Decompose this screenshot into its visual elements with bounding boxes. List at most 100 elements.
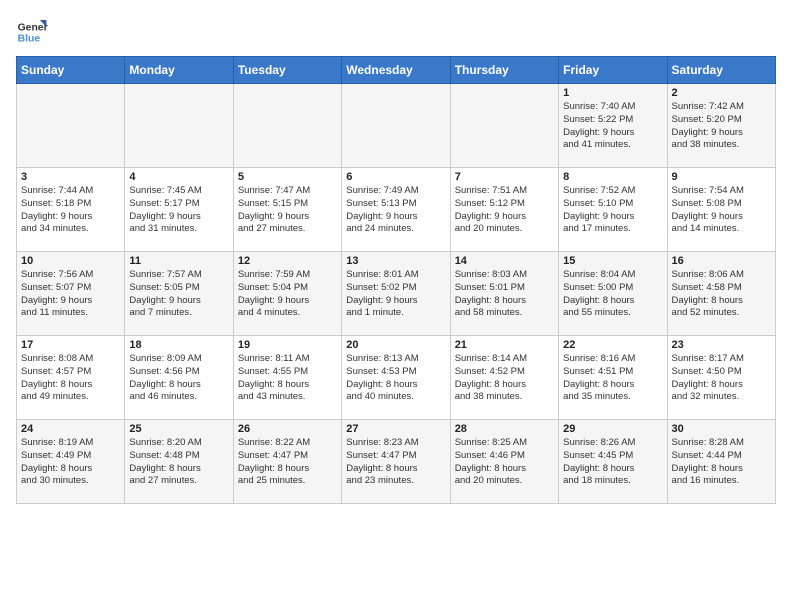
day-info: Sunrise: 7:57 AM Sunset: 5:05 PM Dayligh… bbox=[129, 269, 228, 320]
calendar-table: SundayMondayTuesdayWednesdayThursdayFrid… bbox=[16, 56, 776, 504]
day-number: 17 bbox=[21, 339, 120, 351]
calendar-cell: 24Sunrise: 8:19 AM Sunset: 4:49 PM Dayli… bbox=[17, 420, 125, 504]
weekday-header-saturday: Saturday bbox=[667, 57, 775, 84]
day-number: 6 bbox=[346, 171, 445, 183]
calendar-week-3: 17 Sunrise: 8:08 AM Sunset: 4:57 PM Dayli… bbox=[17, 336, 776, 420]
day-number: 14 bbox=[455, 255, 554, 267]
calendar-cell bbox=[450, 84, 558, 168]
calendar-body: 1 Sunrise: 7:40 AM Sunset: 5:22 PM Daylig… bbox=[17, 84, 776, 504]
calendar-cell: 25 Sunrise: 8:20 AM Sunset: 4:48 PM Dayli… bbox=[125, 420, 233, 504]
day-info: Sunrise: 8:11 AM Sunset: 4:55 PM Dayligh… bbox=[238, 353, 337, 404]
calendar-cell: 12Sunrise: 7:59 AM Sunset: 5:04 PM Dayli… bbox=[233, 252, 341, 336]
day-number: 20 bbox=[346, 339, 445, 351]
calendar-cell: 23 Sunrise: 8:17 AM Sunset: 4:50 PM Dayli… bbox=[667, 336, 775, 420]
day-info: Sunrise: 7:45 AM Sunset: 5:17 PM Dayligh… bbox=[129, 185, 228, 236]
calendar-cell: 30 Sunrise: 8:28 AM Sunset: 4:44 PM Dayli… bbox=[667, 420, 775, 504]
calendar-cell: 27 Sunrise: 8:23 AM Sunset: 4:47 PM Dayli… bbox=[342, 420, 450, 504]
day-number: 30 bbox=[672, 423, 771, 435]
day-number: 29 bbox=[563, 423, 662, 435]
day-info: Sunrise: 7:52 AM Sunset: 5:10 PM Dayligh… bbox=[563, 185, 662, 236]
day-info: Sunrise: 8:09 AM Sunset: 4:56 PM Dayligh… bbox=[129, 353, 228, 404]
day-number: 3 bbox=[21, 171, 120, 183]
day-info: Sunrise: 7:51 AM Sunset: 5:12 PM Dayligh… bbox=[455, 185, 554, 236]
weekday-header-friday: Friday bbox=[559, 57, 667, 84]
calendar-cell: 11 Sunrise: 7:57 AM Sunset: 5:05 PM Dayli… bbox=[125, 252, 233, 336]
calendar-cell: 14 Sunrise: 8:03 AM Sunset: 5:01 PM Dayli… bbox=[450, 252, 558, 336]
calendar-cell: 29 Sunrise: 8:26 AM Sunset: 4:45 PM Dayli… bbox=[559, 420, 667, 504]
day-info: Sunrise: 8:17 AM Sunset: 4:50 PM Dayligh… bbox=[672, 353, 771, 404]
day-info: Sunrise: 8:23 AM Sunset: 4:47 PM Dayligh… bbox=[346, 437, 445, 488]
day-info: Sunrise: 8:25 AM Sunset: 4:46 PM Dayligh… bbox=[455, 437, 554, 488]
day-info: Sunrise: 7:47 AM Sunset: 5:15 PM Dayligh… bbox=[238, 185, 337, 236]
calendar-header: SundayMondayTuesdayWednesdayThursdayFrid… bbox=[17, 57, 776, 84]
day-number: 21 bbox=[455, 339, 554, 351]
day-number: 2 bbox=[672, 87, 771, 99]
day-number: 9 bbox=[672, 171, 771, 183]
day-info: Sunrise: 8:08 AM Sunset: 4:57 PM Dayligh… bbox=[21, 353, 120, 404]
day-number: 22 bbox=[563, 339, 662, 351]
day-info: Sunrise: 8:01 AM Sunset: 5:02 PM Dayligh… bbox=[346, 269, 445, 320]
day-info: Sunrise: 7:56 AM Sunset: 5:07 PM Dayligh… bbox=[21, 269, 120, 320]
day-info: Sunrise: 8:14 AM Sunset: 4:52 PM Dayligh… bbox=[455, 353, 554, 404]
day-number: 11 bbox=[129, 255, 228, 267]
day-info: Sunrise: 8:28 AM Sunset: 4:44 PM Dayligh… bbox=[672, 437, 771, 488]
day-info: Sunrise: 7:42 AM Sunset: 5:20 PM Dayligh… bbox=[672, 101, 771, 152]
day-info: Sunrise: 7:40 AM Sunset: 5:22 PM Dayligh… bbox=[563, 101, 662, 152]
day-number: 8 bbox=[563, 171, 662, 183]
weekday-header-sunday: Sunday bbox=[17, 57, 125, 84]
day-number: 28 bbox=[455, 423, 554, 435]
weekday-row: SundayMondayTuesdayWednesdayThursdayFrid… bbox=[17, 57, 776, 84]
day-info: Sunrise: 8:26 AM Sunset: 4:45 PM Dayligh… bbox=[563, 437, 662, 488]
calendar-cell bbox=[125, 84, 233, 168]
logo: General Blue bbox=[16, 16, 44, 48]
day-info: Sunrise: 8:06 AM Sunset: 4:58 PM Dayligh… bbox=[672, 269, 771, 320]
calendar-cell: 6 Sunrise: 7:49 AM Sunset: 5:13 PM Daylig… bbox=[342, 168, 450, 252]
svg-text:General: General bbox=[18, 22, 48, 33]
day-number: 13 bbox=[346, 255, 445, 267]
calendar-cell: 16 Sunrise: 8:06 AM Sunset: 4:58 PM Dayli… bbox=[667, 252, 775, 336]
day-number: 1 bbox=[563, 87, 662, 99]
day-number: 26 bbox=[238, 423, 337, 435]
calendar-week-0: 1 Sunrise: 7:40 AM Sunset: 5:22 PM Daylig… bbox=[17, 84, 776, 168]
day-info: Sunrise: 8:20 AM Sunset: 4:48 PM Dayligh… bbox=[129, 437, 228, 488]
calendar-cell bbox=[342, 84, 450, 168]
day-number: 18 bbox=[129, 339, 228, 351]
calendar-cell: 5 Sunrise: 7:47 AM Sunset: 5:15 PM Daylig… bbox=[233, 168, 341, 252]
calendar-cell: 21 Sunrise: 8:14 AM Sunset: 4:52 PM Dayli… bbox=[450, 336, 558, 420]
calendar-cell: 22Sunrise: 8:16 AM Sunset: 4:51 PM Dayli… bbox=[559, 336, 667, 420]
logo-icon: General Blue bbox=[16, 16, 48, 48]
day-info: Sunrise: 7:49 AM Sunset: 5:13 PM Dayligh… bbox=[346, 185, 445, 236]
calendar-cell: 8 Sunrise: 7:52 AM Sunset: 5:10 PM Daylig… bbox=[559, 168, 667, 252]
calendar-cell: 18 Sunrise: 8:09 AM Sunset: 4:56 PM Dayli… bbox=[125, 336, 233, 420]
weekday-header-tuesday: Tuesday bbox=[233, 57, 341, 84]
calendar-cell: 4 Sunrise: 7:45 AM Sunset: 5:17 PM Daylig… bbox=[125, 168, 233, 252]
calendar-cell: 10Sunrise: 7:56 AM Sunset: 5:07 PM Dayli… bbox=[17, 252, 125, 336]
day-info: Sunrise: 8:13 AM Sunset: 4:53 PM Dayligh… bbox=[346, 353, 445, 404]
day-number: 15 bbox=[563, 255, 662, 267]
day-info: Sunrise: 8:04 AM Sunset: 5:00 PM Dayligh… bbox=[563, 269, 662, 320]
day-info: Sunrise: 7:44 AM Sunset: 5:18 PM Dayligh… bbox=[21, 185, 120, 236]
day-info: Sunrise: 7:59 AM Sunset: 5:04 PM Dayligh… bbox=[238, 269, 337, 320]
calendar-cell: 3 Sunrise: 7:44 AM Sunset: 5:18 PM Daylig… bbox=[17, 168, 125, 252]
calendar-week-1: 3 Sunrise: 7:44 AM Sunset: 5:18 PM Daylig… bbox=[17, 168, 776, 252]
day-number: 4 bbox=[129, 171, 228, 183]
calendar-week-2: 10Sunrise: 7:56 AM Sunset: 5:07 PM Dayli… bbox=[17, 252, 776, 336]
day-number: 27 bbox=[346, 423, 445, 435]
day-number: 25 bbox=[129, 423, 228, 435]
day-info: Sunrise: 7:54 AM Sunset: 5:08 PM Dayligh… bbox=[672, 185, 771, 236]
day-info: Sunrise: 8:22 AM Sunset: 4:47 PM Dayligh… bbox=[238, 437, 337, 488]
weekday-header-thursday: Thursday bbox=[450, 57, 558, 84]
calendar-cell: 15 Sunrise: 8:04 AM Sunset: 5:00 PM Dayli… bbox=[559, 252, 667, 336]
day-number: 23 bbox=[672, 339, 771, 351]
day-info: Sunrise: 8:03 AM Sunset: 5:01 PM Dayligh… bbox=[455, 269, 554, 320]
day-number: 5 bbox=[238, 171, 337, 183]
calendar-cell: 19Sunrise: 8:11 AM Sunset: 4:55 PM Dayli… bbox=[233, 336, 341, 420]
calendar-cell: 7Sunrise: 7:51 AM Sunset: 5:12 PM Daylig… bbox=[450, 168, 558, 252]
weekday-header-monday: Monday bbox=[125, 57, 233, 84]
weekday-header-wednesday: Wednesday bbox=[342, 57, 450, 84]
day-number: 24 bbox=[21, 423, 120, 435]
calendar-cell bbox=[17, 84, 125, 168]
svg-text:Blue: Blue bbox=[18, 34, 41, 45]
calendar-cell: 1 Sunrise: 7:40 AM Sunset: 5:22 PM Daylig… bbox=[559, 84, 667, 168]
day-number: 16 bbox=[672, 255, 771, 267]
